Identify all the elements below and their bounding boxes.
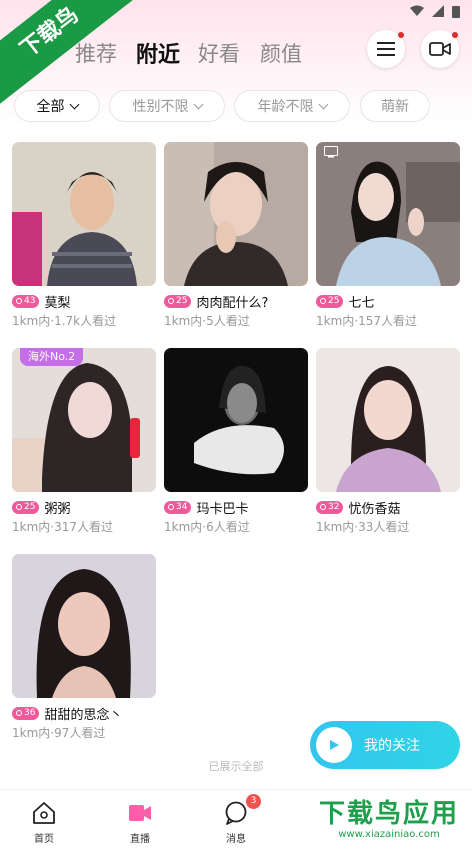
notification-dot xyxy=(452,32,458,38)
distance-views: 1km内·1.7k人看过 xyxy=(12,314,117,328)
watermark-url: www.xiazainiao.com xyxy=(338,829,440,840)
stream-thumbnail xyxy=(12,142,156,286)
nav-home-label: 首页 xyxy=(34,834,54,845)
distance-views: 1km内·33人看过 xyxy=(316,520,410,534)
filter-age[interactable]: 年龄不限 xyxy=(234,90,350,122)
tab-recommend[interactable]: 推荐 xyxy=(75,38,117,68)
streamer-name: 肉肉配什么? xyxy=(196,295,269,311)
tab-nearby[interactable]: 附近 xyxy=(136,37,180,69)
nav-live-label: 直播 xyxy=(130,834,150,845)
tab-good-looking[interactable]: 好看 xyxy=(198,38,240,68)
level-badge: 25 xyxy=(12,500,40,514)
level-badge: 25 xyxy=(316,294,344,308)
watermark-title: 下载鸟应用 xyxy=(318,799,459,829)
tab-appearance[interactable]: 颜值 xyxy=(260,38,302,68)
tv-icon xyxy=(324,146,338,158)
filter-gender-label: 性别不限 xyxy=(132,99,189,115)
distance-views: 1km内·6人看过 xyxy=(164,520,250,534)
menu-button[interactable] xyxy=(367,30,405,68)
stream-card[interactable]: 32 忧伤香菇 1km内·33人看过 xyxy=(316,348,460,535)
level-badge: 32 xyxy=(316,500,344,514)
stream-thumbnail xyxy=(316,142,460,286)
distance-views: 1km内·97人看过 xyxy=(12,726,106,740)
stream-thumbnail xyxy=(316,348,460,492)
nav-messages-label: 消息 xyxy=(226,834,246,845)
stream-thumbnail: 海外No.2 xyxy=(12,348,156,492)
notification-dot xyxy=(398,32,404,38)
streamer-name: 七七 xyxy=(348,295,375,311)
nav-home[interactable]: 首页 xyxy=(19,800,69,845)
battery-icon xyxy=(452,5,460,18)
wifi-icon xyxy=(410,5,424,16)
filter-gender[interactable]: 性别不限 xyxy=(109,90,225,122)
distance-views: 1km内·157人看过 xyxy=(316,314,417,328)
video-camera-icon xyxy=(429,42,451,56)
chevron-down-icon xyxy=(318,99,328,109)
stream-card[interactable]: 25 七七 1km内·157人看过 xyxy=(316,142,460,329)
video-camera-icon xyxy=(127,800,153,826)
nav-live[interactable]: 直播 xyxy=(115,800,165,845)
my-follows-button[interactable]: 我的关注 xyxy=(310,721,460,769)
streamer-name: 莫梨 xyxy=(44,295,71,311)
level-badge: 25 xyxy=(164,294,192,308)
menu-icon xyxy=(377,42,395,56)
stream-card[interactable]: 海外No.2 25 粥粥 1km内·317人看过 xyxy=(12,348,156,535)
stream-card[interactable]: 25 肉肉配什么? 1km内·5人看过 xyxy=(164,142,308,329)
streamer-name: 粥粥 xyxy=(44,501,71,517)
chat-bubble-icon: 3 xyxy=(223,794,261,826)
filter-all[interactable]: 全部 xyxy=(14,90,100,122)
signal-icon xyxy=(432,5,444,17)
stream-thumbnail xyxy=(12,554,156,698)
stream-card[interactable]: 43 莫梨 1km内·1.7k人看过 xyxy=(12,142,156,329)
filter-newbie-label: 萌新 xyxy=(381,99,409,115)
home-icon xyxy=(31,800,57,826)
streamer-name: 甜甜的思念丶 xyxy=(44,707,123,723)
status-bar xyxy=(410,0,460,22)
my-follows-label: 我的关注 xyxy=(364,738,420,754)
overseas-rank-badge: 海外No.2 xyxy=(20,348,84,366)
filter-all-label: 全部 xyxy=(36,99,65,115)
level-badge: 36 xyxy=(12,706,40,720)
streamer-name: 玛卡巴卡 xyxy=(196,501,249,517)
play-icon xyxy=(316,727,352,763)
level-badge: 34 xyxy=(164,500,192,514)
stream-thumbnail xyxy=(164,348,308,492)
nav-messages[interactable]: 3 消息 xyxy=(211,794,261,845)
filter-age-label: 年龄不限 xyxy=(257,99,314,115)
stream-card[interactable]: 34 玛卡巴卡 1km内·6人看过 xyxy=(164,348,308,535)
chevron-down-icon xyxy=(69,99,79,109)
stream-thumbnail xyxy=(164,142,308,286)
filter-newbie[interactable]: 萌新 xyxy=(360,90,430,122)
filter-bar: 全部 性别不限 年龄不限 萌新 xyxy=(0,90,472,122)
start-live-button[interactable] xyxy=(421,30,459,68)
stream-card[interactable]: 36 甜甜的思念丶 1km内·97人看过 xyxy=(12,554,156,741)
level-badge: 43 xyxy=(12,294,40,308)
unread-badge: 3 xyxy=(246,794,261,809)
distance-views: 1km内·5人看过 xyxy=(164,314,250,328)
streamer-name: 忧伤香菇 xyxy=(348,501,401,517)
chevron-down-icon xyxy=(193,99,203,109)
watermark-banner: 下载鸟应用 www.xiazainiao.com xyxy=(306,797,472,850)
distance-views: 1km内·317人看过 xyxy=(12,520,113,534)
